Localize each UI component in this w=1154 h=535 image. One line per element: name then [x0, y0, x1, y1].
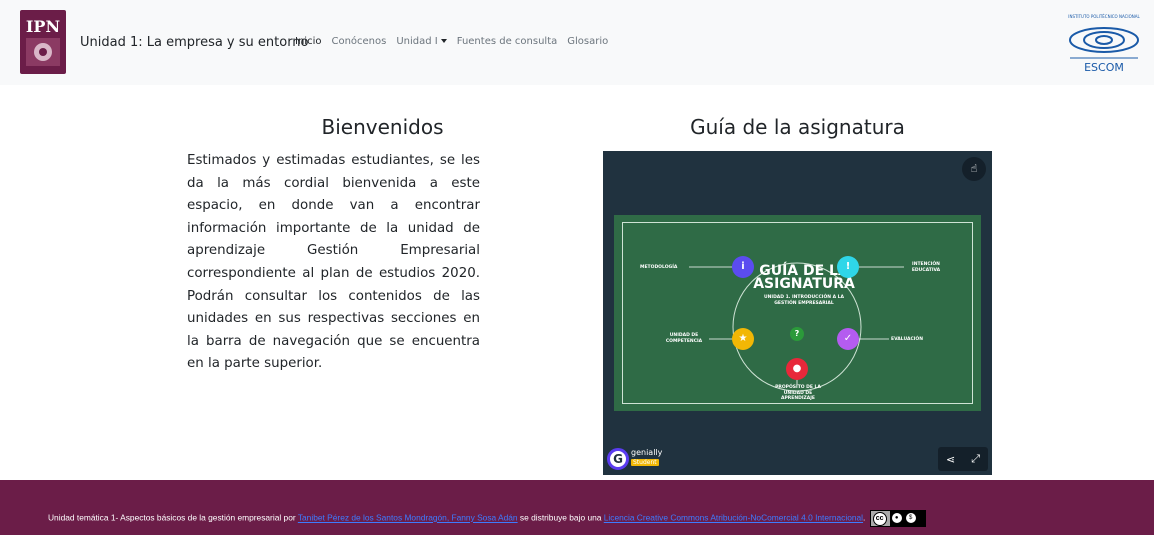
navbar: IPN Unidad 1: La empresa y su entorno In… — [0, 0, 1154, 85]
escom-logo[interactable]: INSTITUTO POLITÉCNICO NACIONAL ESCOM — [1066, 10, 1142, 76]
genially-badge[interactable]: G genially Student — [607, 448, 669, 472]
alert-icon[interactable]: ! — [837, 256, 859, 278]
genially-name: genially — [631, 448, 663, 457]
svg-text:IPN: IPN — [26, 17, 60, 36]
authors-link[interactable]: Tanibet Pérez de los Santos Mondragón, F… — [298, 513, 518, 523]
genially-embed[interactable]: ☝ GUÍA DE LA ASIGNATURA UNIDAD 1. INTROD… — [603, 151, 992, 475]
ipn-logo[interactable]: IPN — [20, 10, 66, 74]
fullscreen-icon[interactable]: ⤢ — [971, 452, 980, 466]
star-icon[interactable]: ★ — [732, 328, 754, 350]
footer-suffix: . — [863, 512, 866, 523]
caret-down-icon — [440, 39, 447, 43]
label-evaluacion: EVALUACIÓN — [891, 337, 924, 342]
label-intencion: INTENCIÓN EDUCATIVA — [911, 262, 941, 273]
escom-caption: INSTITUTO POLITÉCNICO NACIONAL — [1068, 14, 1140, 19]
share-icon[interactable]: ⋖ — [946, 453, 955, 466]
license-link[interactable]: Licencia Creative Commons Atribución-NoC… — [604, 513, 863, 523]
welcome-title: Bienvenidos — [321, 115, 444, 139]
site-brand[interactable]: Unidad 1: La empresa y su entorno — [80, 35, 309, 50]
genially-logo-icon: G — [607, 448, 629, 470]
label-proposito: PROPÓSITO DE LA UNIDAD DE APRENDIZAJE — [775, 385, 821, 401]
board-subtitle: UNIDAD 1. INTRODUCCIÓN A LA GESTIÓN EMPR… — [763, 295, 845, 306]
label-metodologia: METODOLOGÍA — [640, 265, 678, 270]
escom-logo-text: ESCOM — [1084, 61, 1124, 74]
genially-student-tag: Student — [631, 459, 659, 466]
nav-menu: Inicio Conócenos Unidad I Fuentes de con… — [295, 36, 608, 47]
cc-license-icon[interactable]: cc ● $ — [869, 510, 926, 527]
footer: Unidad temática 1- Aspectos básicos de l… — [0, 480, 1154, 535]
footer-license-text: Unidad temática 1- Aspectos básicos de l… — [48, 510, 926, 527]
board-connectors — [689, 262, 904, 392]
embed-controls: ⋖ ⤢ — [938, 447, 988, 471]
welcome-text: Estimados y estimadas estudiantes, se le… — [187, 153, 480, 372]
question-icon[interactable]: ? — [790, 327, 804, 341]
nav-link-fuentes[interactable]: Fuentes de consulta — [457, 36, 558, 47]
nav-link-glosario[interactable]: Glosario — [567, 36, 608, 47]
guide-title: Guía de la asignatura — [690, 115, 905, 139]
label-competencia: UNIDAD DE COMPETENCIA — [665, 333, 703, 344]
pin-icon[interactable]: ● — [786, 358, 808, 380]
nav-link-inicio[interactable]: Inicio — [295, 36, 321, 47]
check-icon[interactable]: ✓ — [837, 328, 859, 350]
guide-board[interactable]: GUÍA DE LA ASIGNATURA UNIDAD 1. INTRODUC… — [614, 215, 981, 411]
nav-dropdown-unidad[interactable]: Unidad I — [396, 36, 447, 47]
hand-pointer-icon[interactable]: ☝ — [962, 157, 986, 181]
footer-prefix: Unidad temática 1- Aspectos básicos de l… — [48, 512, 298, 523]
nav-dropdown-unidad-label: Unidad I — [396, 36, 438, 47]
nav-link-conocenos[interactable]: Conócenos — [331, 36, 386, 47]
info-icon[interactable]: i — [732, 256, 754, 278]
footer-middle: se distribuye bajo una — [517, 512, 604, 523]
